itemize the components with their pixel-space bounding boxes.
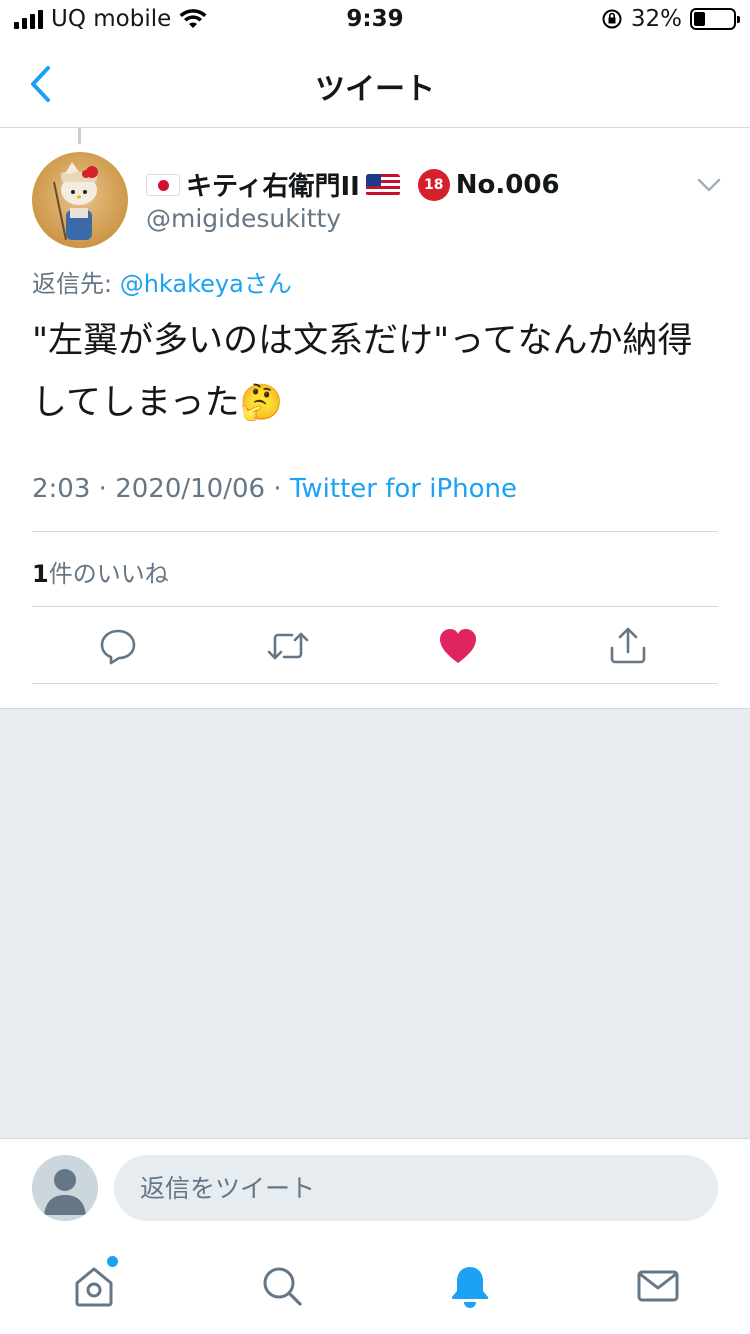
page-title: ツイート	[315, 72, 435, 107]
tweet-time: 2:03	[32, 474, 91, 504]
battery-icon	[690, 8, 740, 30]
reply-to: 返信先: @hkakeyaさん	[32, 264, 292, 299]
messages-icon	[637, 1270, 679, 1302]
empty-replies-area	[0, 708, 750, 1138]
tweet-menu-button[interactable]	[694, 170, 724, 200]
tweet-actions	[32, 610, 718, 682]
search-icon	[263, 1267, 302, 1306]
home-icon	[75, 1267, 113, 1307]
share-icon	[610, 627, 646, 664]
tweet-meta: 2:03 · 2020/10/06 · Twitter for iPhone	[32, 474, 517, 504]
japan-flag-icon	[146, 173, 180, 196]
tweet-source[interactable]: Twitter for iPhone	[290, 474, 517, 504]
meta-separator: ·	[273, 474, 290, 504]
reply-to-prefix: 返信先:	[32, 270, 120, 298]
status-bar: UQ mobile 9:39 32%	[0, 0, 750, 40]
reply-input[interactable]	[114, 1155, 718, 1221]
reply-composer	[0, 1138, 750, 1238]
battery-percent: 32%	[630, 6, 682, 32]
tab-messages[interactable]	[630, 1258, 686, 1314]
notifications-icon	[452, 1267, 488, 1308]
no-under-18-icon: 18	[417, 168, 450, 201]
heart-filled-icon	[440, 629, 476, 663]
meta-separator: ·	[98, 474, 116, 504]
tab-notifications[interactable]	[442, 1258, 498, 1314]
reply-to-mention[interactable]: @hkakeya	[120, 270, 244, 298]
my-avatar[interactable]	[32, 1155, 98, 1221]
orientation-lock-icon	[602, 9, 622, 29]
tweet-text: "左翼が多いのは文系だけ"ってなんか納得してしまった🤔	[32, 321, 693, 423]
retweet-icon	[267, 632, 309, 660]
us-flag-icon	[365, 173, 400, 196]
chevron-down-icon	[697, 178, 721, 192]
author-name-row[interactable]: キティ右衛門II 18 No.006	[146, 166, 560, 203]
tab-search[interactable]	[254, 1258, 310, 1314]
default-avatar-icon	[32, 1155, 98, 1221]
tab-bar	[0, 1238, 750, 1334]
tab-home[interactable]	[66, 1256, 122, 1314]
likes-count: 1	[32, 560, 49, 588]
author-badge-text: No.006	[455, 169, 560, 200]
divider	[32, 531, 718, 532]
thread-line	[78, 128, 81, 144]
status-right: 32%	[601, 6, 740, 32]
reply-icon	[100, 629, 136, 665]
tweet-date: 2020/10/06	[115, 474, 266, 504]
likes-label: 件のいいね	[48, 560, 169, 588]
new-tweets-dot	[107, 1256, 118, 1267]
like-button[interactable]	[436, 624, 480, 668]
reply-to-suffix: さん	[243, 270, 292, 298]
avatar[interactable]	[32, 152, 128, 248]
avatar-image	[32, 152, 128, 248]
share-button[interactable]	[606, 624, 650, 668]
divider	[32, 683, 718, 684]
retweet-button[interactable]	[266, 624, 310, 668]
nav-bar: ツイート	[0, 40, 750, 128]
reply-button[interactable]	[96, 624, 140, 668]
author-handle[interactable]: @migidesukitty	[146, 204, 341, 233]
likes-count-link[interactable]: 1件のいいね	[32, 554, 169, 589]
author-display-name: キティ右衛門II	[186, 172, 360, 202]
divider	[32, 606, 718, 607]
